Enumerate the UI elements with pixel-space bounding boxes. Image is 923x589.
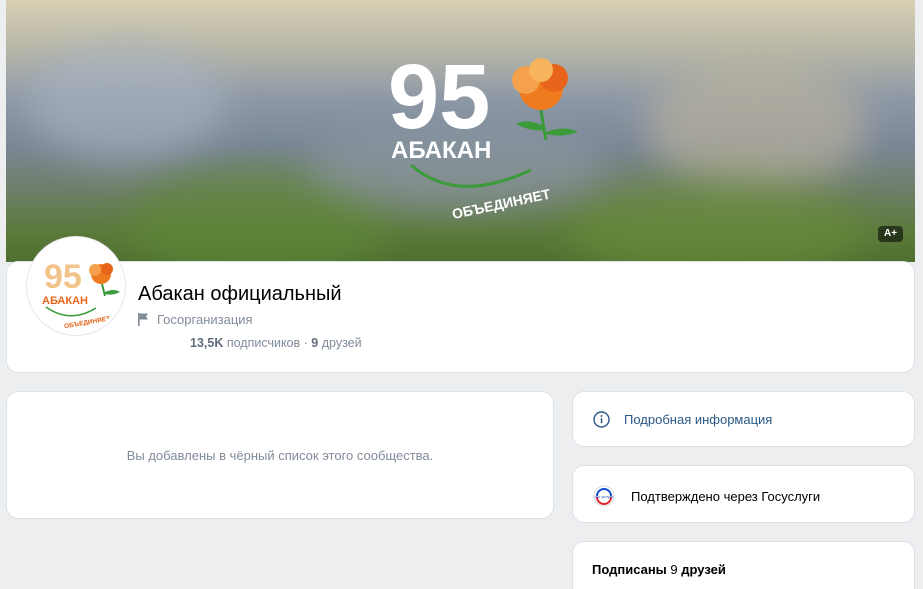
friends-title-count: 9 <box>670 562 678 577</box>
avatar[interactable]: 95 АБАКАН ОБЪЕДИНЯЕТ <box>27 237 125 335</box>
community-stats[interactable]: 13,5K подписчиков · 9 друзей <box>190 336 362 350</box>
cover-logo-city: АБАКАН <box>391 137 491 164</box>
category-label: Госорганизация <box>157 312 253 327</box>
cover-logo-tagline: ОБЪЕДИНЯЕТ <box>451 186 553 220</box>
gosuslugi-badge-text: гос услуги <box>595 494 614 499</box>
friends-title-word: Подписаны <box>592 562 667 577</box>
blacklist-message: Вы добавлены в чёрный список этого сообщ… <box>126 447 434 463</box>
gosuslugi-label: Подтверждено через Госуслуги <box>631 488 821 504</box>
details-label[interactable]: Подробная информация <box>624 412 772 427</box>
font-size-button[interactable]: A+ <box>878 226 903 242</box>
community-name: Абакан официальный <box>138 283 342 305</box>
flower-icon <box>512 58 578 141</box>
gosuslugi-row[interactable]: гос услуги Подтверждено через Госуслуги <box>593 485 820 507</box>
community-header: 95 АБАКАН ОБЪЕДИНЯЕТ Абакан официальный … <box>6 237 915 373</box>
cover-image: 95 АБАКАН ОБЪЕДИНЯЕТ A+ <box>6 0 915 262</box>
avatar-logo-city: АБАКАН <box>42 295 88 307</box>
info-icon <box>593 411 610 428</box>
gosuslugi-card[interactable]: гос услуги Подтверждено через Госуслуги <box>572 465 915 523</box>
stats-separator: · <box>303 336 308 350</box>
friends-card[interactable]: Подписаны 9 друзей <box>572 541 915 589</box>
friends-title-label: друзей <box>681 562 726 577</box>
friends-label: друзей <box>321 336 362 350</box>
subscribers-label: подписчиков <box>226 336 301 350</box>
cover-logo: 95 АБАКАН ОБЪЕДИНЯЕТ <box>388 46 578 220</box>
friends-count[interactable]: 9 <box>311 336 318 350</box>
cover-logo-number: 95 <box>388 46 490 148</box>
gosuslugi-icon: гос услуги <box>593 485 615 507</box>
community-category: Госорганизация <box>138 312 253 327</box>
friends-title[interactable]: Подписаны 9 друзей <box>592 562 726 577</box>
avatar-logo-number: 95 <box>44 258 82 296</box>
avatar-logo: 95 АБАКАН ОБЪЕДИНЯЕТ <box>30 240 122 332</box>
details-link[interactable]: Подробная информация <box>593 411 772 428</box>
details-card[interactable]: Подробная информация <box>572 391 915 447</box>
blacklist-notice: Вы добавлены в чёрный список этого сообщ… <box>6 391 554 519</box>
flag-icon <box>138 313 148 326</box>
subscribers-count[interactable]: 13,5K <box>190 336 223 350</box>
